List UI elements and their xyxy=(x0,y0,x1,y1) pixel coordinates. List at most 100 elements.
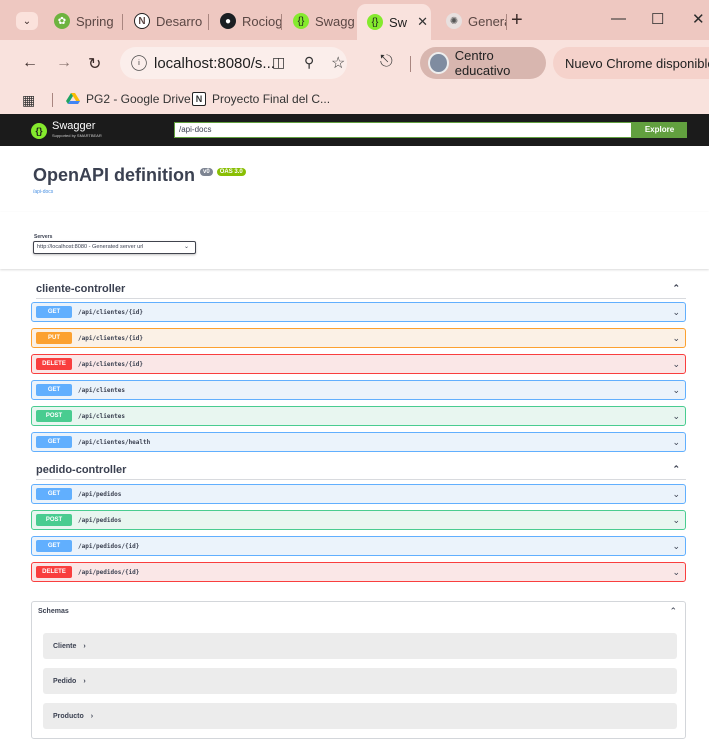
method-badge: PUT xyxy=(36,332,72,344)
operation-get-cliente-by-id[interactable]: GET /api/clientes/{id} ⌄ xyxy=(31,302,686,322)
method-badge: GET xyxy=(36,488,72,500)
operation-path: /api/pedidos xyxy=(78,516,122,524)
notion-icon: N xyxy=(192,92,206,106)
swagger-icon: {} xyxy=(367,14,383,30)
site-info-icon[interactable]: i xyxy=(131,55,147,71)
swagger-icon: {} xyxy=(293,13,309,29)
schema-item-cliente[interactable]: Cliente › xyxy=(43,633,677,659)
swagger-logo[interactable]: {} Swagger Supported by SMARTBEAR xyxy=(31,121,102,141)
bookmarks-separator xyxy=(52,93,53,107)
tag-pedido-controller[interactable]: pedido-controller ⌃ xyxy=(36,460,686,480)
browser-tab[interactable]: ✿ Spring xyxy=(44,6,124,36)
bookmark-star-icon[interactable]: ☆ xyxy=(331,53,345,73)
operation-path: /api/pedidos xyxy=(78,490,122,498)
operation-path: /api/pedidos/{id} xyxy=(78,542,140,550)
browser-tab[interactable]: {} Swagge xyxy=(283,6,355,36)
schemas-section: Schemas ⌃ Cliente › Pedido › Producto › xyxy=(31,601,686,739)
spring-icon: ✿ xyxy=(54,13,70,29)
close-tab-icon[interactable]: ✕ xyxy=(417,14,428,30)
page-title: OpenAPI definition xyxy=(33,165,195,185)
maximize-button[interactable]: ☐ xyxy=(651,10,664,28)
forward-button[interactable]: → xyxy=(56,54,72,72)
chevron-down-icon: ⌄ xyxy=(22,15,32,27)
spec-link[interactable]: /api-docs xyxy=(33,189,53,195)
operation-get-pedidos[interactable]: GET /api/pedidos ⌄ xyxy=(31,484,686,504)
close-window-button[interactable]: ✕ xyxy=(692,10,705,28)
operation-delete-cliente[interactable]: DELETE /api/clientes/{id} ⌄ xyxy=(31,354,686,374)
plus-icon: + xyxy=(511,9,523,31)
spec-url-input[interactable]: /api-docs xyxy=(174,122,632,138)
tab-separator xyxy=(281,14,282,30)
method-badge: DELETE xyxy=(36,358,72,370)
operation-post-cliente[interactable]: POST /api/clientes ⌄ xyxy=(31,406,686,426)
translate-icon[interactable]: ◫ xyxy=(272,54,285,71)
avatar xyxy=(428,52,449,74)
github-icon: ● xyxy=(220,13,236,29)
schemas-header[interactable]: Schemas xyxy=(38,608,69,615)
tab-separator xyxy=(506,14,507,30)
google-drive-icon xyxy=(66,93,80,104)
operation-delete-pedido[interactable]: DELETE /api/pedidos/{id} ⌄ xyxy=(31,562,686,582)
operation-post-pedido[interactable]: POST /api/pedidos ⌄ xyxy=(31,510,686,530)
swagger-topbar: {} Swagger Supported by SMARTBEAR /api-d… xyxy=(0,114,709,146)
new-tab-button[interactable]: + xyxy=(511,9,523,32)
chevron-down-icon: ⌄ xyxy=(672,411,680,421)
tag-cliente-controller[interactable]: cliente-controller ⌃ xyxy=(36,279,686,299)
arrow-right-icon: → xyxy=(56,54,72,71)
extensions-icon[interactable]: ⎋ xyxy=(380,53,393,71)
chevron-down-icon: ⌄ xyxy=(672,385,680,395)
chevron-down-icon: ⌄ xyxy=(672,333,680,343)
bookmark-item[interactable]: PG2 - Google Drive xyxy=(66,92,191,106)
tab-separator xyxy=(122,14,123,30)
operation-put-cliente[interactable]: PUT /api/clientes/{id} ⌄ xyxy=(31,328,686,348)
chevron-down-icon: ⌄ xyxy=(672,307,680,317)
chevron-down-icon: ⌄ xyxy=(672,437,680,447)
servers-label: Servers xyxy=(34,234,53,240)
schema-item-pedido[interactable]: Pedido › xyxy=(43,668,677,694)
minimize-button[interactable]: — xyxy=(611,10,626,27)
operation-path: /api/clientes/{id} xyxy=(78,334,144,342)
chevron-down-icon: ⌄ xyxy=(672,515,680,525)
chevron-right-icon: › xyxy=(90,712,94,720)
chevron-down-icon: ⌄ xyxy=(672,541,680,551)
arrow-left-icon: ← xyxy=(22,54,38,71)
explore-button[interactable]: Explore xyxy=(632,122,687,138)
operation-path: /api/pedidos/{id} xyxy=(78,568,140,576)
browser-tab[interactable]: N Desarro xyxy=(124,6,208,36)
method-badge: GET xyxy=(36,384,72,396)
notion-icon: N xyxy=(134,13,150,29)
back-button[interactable]: ← xyxy=(22,54,38,72)
swagger-logo-subtitle: Supported by SMARTBEAR xyxy=(52,133,102,138)
chevron-down-icon: ⌄ xyxy=(672,359,680,369)
browser-tab[interactable]: ✺ Genera xyxy=(436,6,506,36)
tab-search-button[interactable]: ⌄ xyxy=(16,12,38,30)
profile-button[interactable]: Centro educativo xyxy=(420,47,546,79)
operation-path: /api/clientes xyxy=(78,412,125,420)
api-title: OpenAPI definition v0 OAS 3.0 xyxy=(33,165,246,186)
browser-tab[interactable]: ● Rociog xyxy=(210,6,282,36)
method-badge: DELETE xyxy=(36,566,72,578)
schema-item-producto[interactable]: Producto › xyxy=(43,703,677,729)
operation-get-clientes-health[interactable]: GET /api/clientes/health ⌄ xyxy=(31,432,686,452)
chevron-down-icon: ⌄ xyxy=(672,567,680,577)
maximize-icon: ☐ xyxy=(651,11,665,28)
reload-button[interactable]: ↻ xyxy=(88,54,101,74)
chevron-up-icon[interactable]: ⌃ xyxy=(669,606,677,617)
bookmark-item[interactable]: N Proyecto Final del C... xyxy=(192,92,330,106)
chevron-up-icon: ⌃ xyxy=(672,283,680,293)
operation-path: /api/clientes xyxy=(78,386,125,394)
chevron-down-icon: ⌄ xyxy=(672,489,680,499)
apps-grid-icon[interactable]: ▦ xyxy=(22,92,35,109)
method-badge: GET xyxy=(36,306,72,318)
servers-select[interactable]: http://localhost:8080 - Generated server… xyxy=(33,241,196,254)
minimize-icon: — xyxy=(611,10,626,27)
operation-get-pedido-by-id[interactable]: GET /api/pedidos/{id} ⌄ xyxy=(31,536,686,556)
openai-icon: ✺ xyxy=(446,13,462,29)
version-badge: v0 xyxy=(200,168,213,176)
browser-tab-active[interactable]: {} Sw ✕ xyxy=(357,4,431,40)
operation-get-clientes[interactable]: GET /api/clientes ⌄ xyxy=(31,380,686,400)
toolbar-separator xyxy=(410,56,411,72)
method-badge: GET xyxy=(36,436,72,448)
zoom-icon[interactable]: ⚲ xyxy=(304,54,314,71)
chrome-update-button[interactable]: Nuevo Chrome disponible ⋮ xyxy=(553,47,709,79)
